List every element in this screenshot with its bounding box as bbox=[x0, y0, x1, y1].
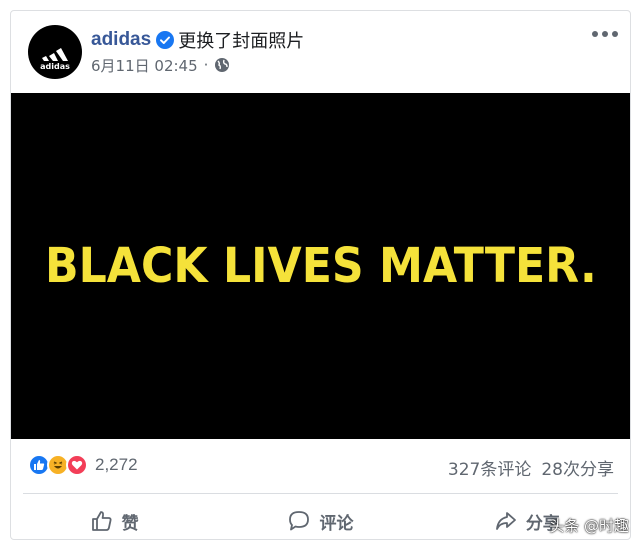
love-icon bbox=[66, 454, 88, 476]
comment-count-link[interactable]: 327条评论 bbox=[448, 455, 531, 480]
avatar[interactable]: adidas bbox=[28, 25, 82, 79]
like-button-label: 赞 bbox=[121, 513, 139, 534]
engagement-counts: 327条评论 28次分享 bbox=[448, 455, 614, 480]
dot-icon bbox=[592, 31, 598, 37]
meta-separator: · bbox=[203, 56, 209, 74]
comment-bubble-icon bbox=[289, 511, 310, 531]
adidas-logo-icon: adidas bbox=[40, 48, 70, 71]
reaction-count: 2,272 bbox=[95, 455, 138, 474]
comment-button-label: 评论 bbox=[319, 513, 354, 534]
thumbs-up-icon bbox=[91, 511, 112, 531]
post-header: adidas adidas 更换了封面照片 6月11日 02:45 · bbox=[11, 11, 630, 93]
dot-icon bbox=[612, 31, 618, 37]
share-count-link[interactable]: 28次分享 bbox=[541, 455, 614, 480]
author-line: adidas 更换了封面照片 bbox=[91, 27, 304, 53]
watermark: 头条 @时趣 bbox=[549, 517, 629, 535]
svg-text:adidas: adidas bbox=[40, 62, 70, 71]
reactions-summary[interactable]: 2,272 bbox=[28, 454, 138, 476]
dot-icon bbox=[602, 31, 608, 37]
share-arrow-icon bbox=[495, 512, 516, 530]
cover-photo[interactable]: BLACK LIVES MATTER. bbox=[11, 93, 630, 439]
post-stats: 2,272 327条评论 28次分享 bbox=[11, 449, 630, 481]
comment-button[interactable]: 评论 bbox=[217, 503, 423, 539]
cover-slogan: BLACK LIVES MATTER. bbox=[44, 238, 597, 294]
divider bbox=[23, 493, 618, 494]
action-bar: 赞 评论 分享 bbox=[11, 503, 630, 539]
like-button[interactable]: 赞 bbox=[11, 503, 217, 539]
post-meta: 6月11日 02:45 · bbox=[91, 55, 230, 75]
more-options-button[interactable] bbox=[592, 27, 618, 41]
globe-icon[interactable] bbox=[214, 57, 230, 73]
post-action-text: 更换了封面照片 bbox=[178, 31, 305, 52]
post-card: adidas adidas 更换了封面照片 6月11日 02:45 · BLAC… bbox=[10, 10, 631, 540]
author-name[interactable]: adidas bbox=[91, 29, 151, 51]
post-timestamp[interactable]: 6月11日 02:45 bbox=[91, 55, 198, 76]
verified-badge-icon bbox=[156, 31, 175, 49]
